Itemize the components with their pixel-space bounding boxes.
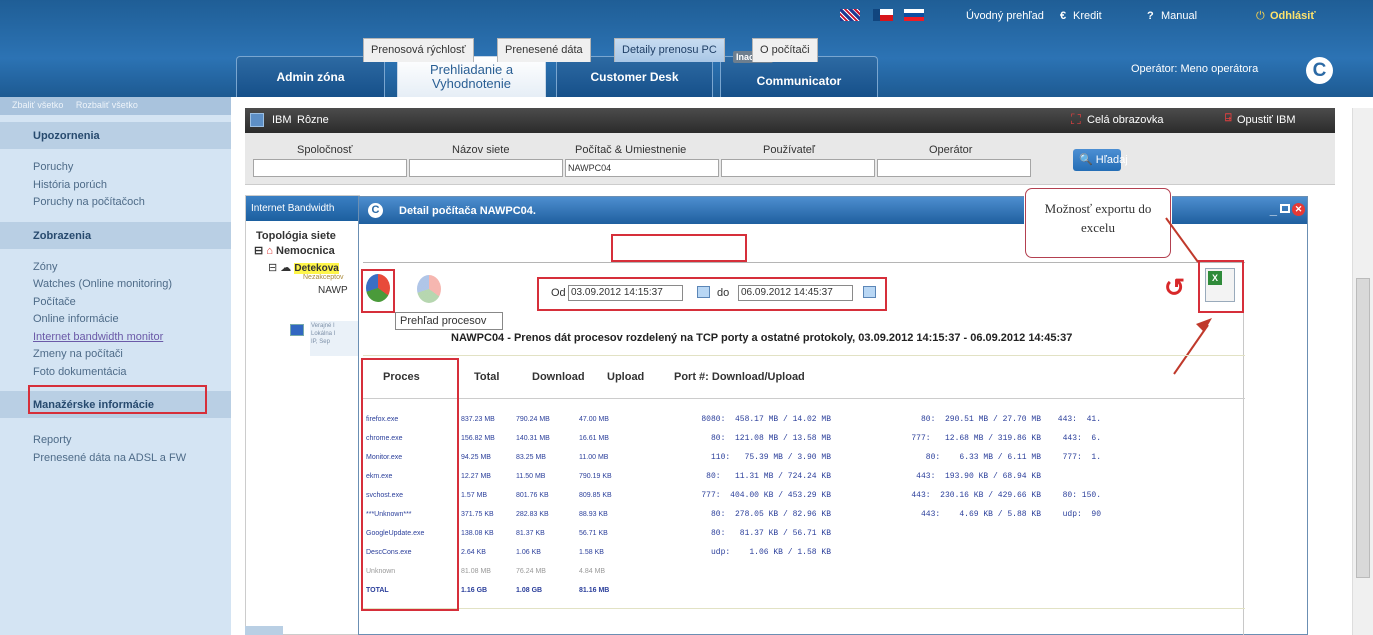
value-cell: 81.37 KB (516, 530, 545, 537)
value-cell: 837.23 MB (461, 416, 495, 423)
value-cell: 790.19 KB (579, 473, 612, 480)
value-cell: 138.08 KB (461, 530, 494, 537)
value-cell (834, 562, 1044, 581)
value-cell (1044, 524, 1104, 543)
value-cell: 80: 278.05 KB / 82.96 KB (710, 510, 831, 519)
table-row: firefox.exe 837.23 MB 790.24 MB 47.00 MB 808… (363, 410, 1104, 429)
value-cell: 282.83 KB (516, 511, 549, 518)
value-cell: 81.16 MB (579, 587, 610, 594)
value-cell: 156.82 MB (461, 435, 495, 442)
value-cell: udp: 90 (1062, 510, 1101, 519)
value-cell: 1.08 GB (516, 587, 543, 594)
value-cell: 1.58 KB (579, 549, 604, 556)
value-cell: 80: 11.31 MB / 724.24 KB (706, 472, 831, 481)
arrow-line (1173, 324, 1209, 375)
header-total: Total (474, 371, 500, 383)
header-download: Download (532, 371, 585, 383)
value-cell (1044, 581, 1104, 600)
table-row: Monitor.exe 94.25 MB 83.25 MB 11.00 MB 110: … (363, 448, 1104, 467)
highlight-process-column (361, 358, 459, 611)
callout-pointer (1165, 217, 1199, 263)
value-cell: 140.31 MB (516, 435, 550, 442)
value-cell (634, 562, 834, 581)
arrow-head (1196, 318, 1212, 332)
value-cell: 1.16 GB (461, 587, 488, 594)
value-cell: 777: 1. (1062, 453, 1101, 462)
table-row: DescCons.exe 2.64 KB 1.06 KB 1.58 KB udp: 1.… (363, 543, 1104, 562)
value-cell: 56.71 KB (579, 530, 608, 537)
value-cell: 94.25 MB (461, 454, 491, 461)
value-cell: 110: 75.39 MB / 3.90 MB (710, 453, 831, 462)
table-row: chrome.exe 156.82 MB 140.31 MB 16.61 MB 80: … (363, 429, 1104, 448)
value-cell: 2.64 KB (461, 549, 486, 556)
table-row: GoogleUpdate.exe 138.08 KB 81.37 KB 56.71 K… (363, 524, 1104, 543)
value-cell (834, 543, 1044, 562)
value-cell (1044, 562, 1104, 581)
value-cell (834, 524, 1044, 543)
value-cell: 809.85 KB (579, 492, 612, 499)
report-title: NAWPC04 - Prenos dát procesov rozdelený … (451, 332, 1073, 344)
value-cell: 443: 41. (1057, 415, 1101, 424)
process-table: firefox.exe 837.23 MB 790.24 MB 47.00 MB 808… (363, 410, 1104, 600)
value-cell: 80: 81.37 KB / 56.71 KB (710, 529, 831, 538)
value-cell: 443: 6. (1062, 434, 1101, 443)
value-cell (634, 581, 834, 600)
value-cell: 11.00 MB (579, 454, 609, 461)
table-row: Unknown 81.08 MB 76.24 MB 4.84 MB (363, 562, 1104, 581)
table-bottom-line (363, 608, 1245, 609)
table-row: TOTAL 1.16 GB 1.08 GB 81.16 MB (363, 581, 1104, 600)
main-scrollbar[interactable] (1352, 108, 1373, 635)
panel-footer (245, 626, 283, 635)
header-ports: Port #: Download/Upload (674, 371, 805, 383)
table-row: ekm.exe 12.27 MB 11.50 MB 790.19 KB 80: 11.3… (363, 467, 1104, 486)
scrollbar-thumb[interactable] (1356, 278, 1370, 578)
value-cell: 443: 193.90 KB / 68.94 KB (916, 472, 1041, 481)
value-cell: 80: 121.08 MB / 13.58 MB (710, 434, 831, 443)
value-cell: 83.25 MB (516, 454, 546, 461)
value-cell: 790.24 MB (516, 416, 550, 423)
value-cell: 1.57 MB (461, 492, 488, 499)
value-cell: 777: 12.68 MB / 319.86 KB (911, 434, 1041, 443)
value-cell: 4.84 MB (579, 568, 606, 575)
value-cell: 801.76 KB (516, 492, 549, 499)
value-cell: udp: 1.06 KB / 1.58 KB (710, 548, 831, 557)
value-cell (834, 581, 1044, 600)
value-cell: 80: 150. (1062, 491, 1101, 500)
value-cell: 8080: 458.17 MB / 14.02 MB (701, 415, 831, 424)
value-cell: 12.27 MB (461, 473, 491, 480)
value-cell: 80: 6.33 MB / 6.11 MB (925, 453, 1041, 462)
value-cell: 443: 4.69 KB / 5.88 KB (920, 510, 1041, 519)
table-row: ***Unknown*** 371.75 KB 282.83 KB 88.93 KB 8… (363, 505, 1104, 524)
value-cell: 443: 230.16 KB / 429.66 KB (911, 491, 1041, 500)
value-cell: 16.61 MB (579, 435, 609, 442)
header-divider (363, 398, 1245, 399)
value-cell: 371.75 KB (461, 511, 494, 518)
value-cell: 47.00 MB (579, 416, 609, 423)
header-upload: Upload (607, 371, 645, 383)
value-cell: 80: 290.51 MB / 27.70 MB (920, 415, 1041, 424)
value-cell: 76.24 MB (516, 568, 546, 575)
report-divider (363, 355, 1245, 356)
table-row: svchost.exe 1.57 MB 801.76 KB 809.85 KB 777:… (363, 486, 1104, 505)
value-cell: 777: 404.00 KB / 453.29 KB (701, 491, 831, 500)
value-cell (1044, 467, 1104, 486)
value-cell: 88.93 KB (579, 511, 608, 518)
value-cell: 11.50 MB (516, 473, 546, 480)
value-cell: 1.06 KB (516, 549, 541, 556)
value-cell: 81.08 MB (461, 568, 491, 575)
value-cell (1044, 543, 1104, 562)
